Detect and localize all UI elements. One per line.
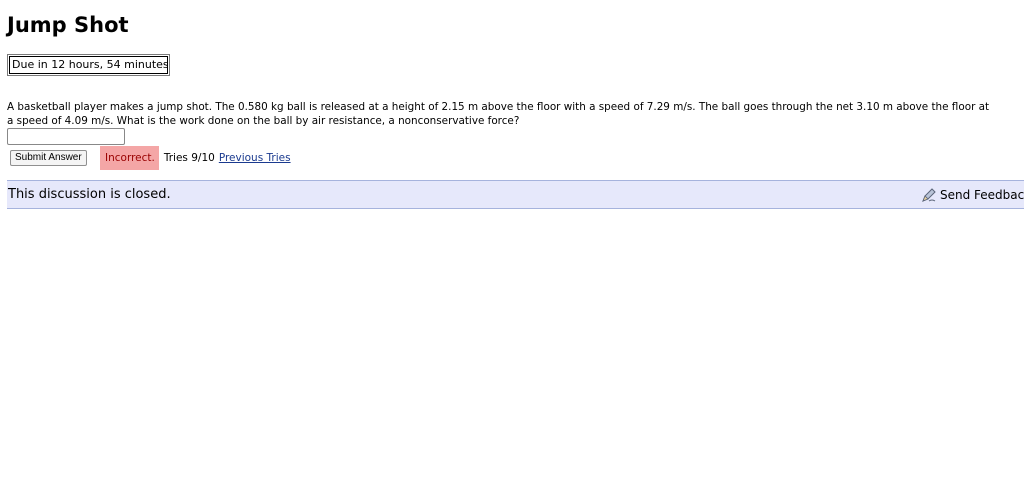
problem-line-2: a speed of 4.09 m/s. What is the work do… [7, 115, 520, 127]
submit-answer-button[interactable]: Submit Answer [10, 150, 87, 166]
send-feedback-label: Send Feedback [940, 187, 1024, 202]
due-date-text: Due in 12 hours, 54 minutes [9, 56, 168, 74]
page-title: Jump Shot [7, 13, 129, 37]
incorrect-badge: Incorrect. [100, 146, 159, 170]
discussion-bar: This discussion is closed. Send Feedback [7, 180, 1024, 209]
send-feedback-button[interactable]: Send Feedback [920, 181, 1024, 208]
discussion-status: This discussion is closed. [8, 187, 171, 202]
previous-tries-link[interactable]: Previous Tries [219, 152, 291, 164]
problem-statement: A basketball player makes a jump shot. T… [7, 100, 1024, 128]
answer-feedback: Incorrect. Tries 9/10 Previous Tries [100, 146, 291, 170]
tries-counter: Tries 9/10 [163, 152, 215, 164]
problem-line-1: A basketball player makes a jump shot. T… [7, 101, 990, 113]
pen-icon [920, 186, 938, 204]
due-date-box: Due in 12 hours, 54 minutes [7, 54, 170, 76]
answer-input[interactable] [7, 128, 125, 145]
